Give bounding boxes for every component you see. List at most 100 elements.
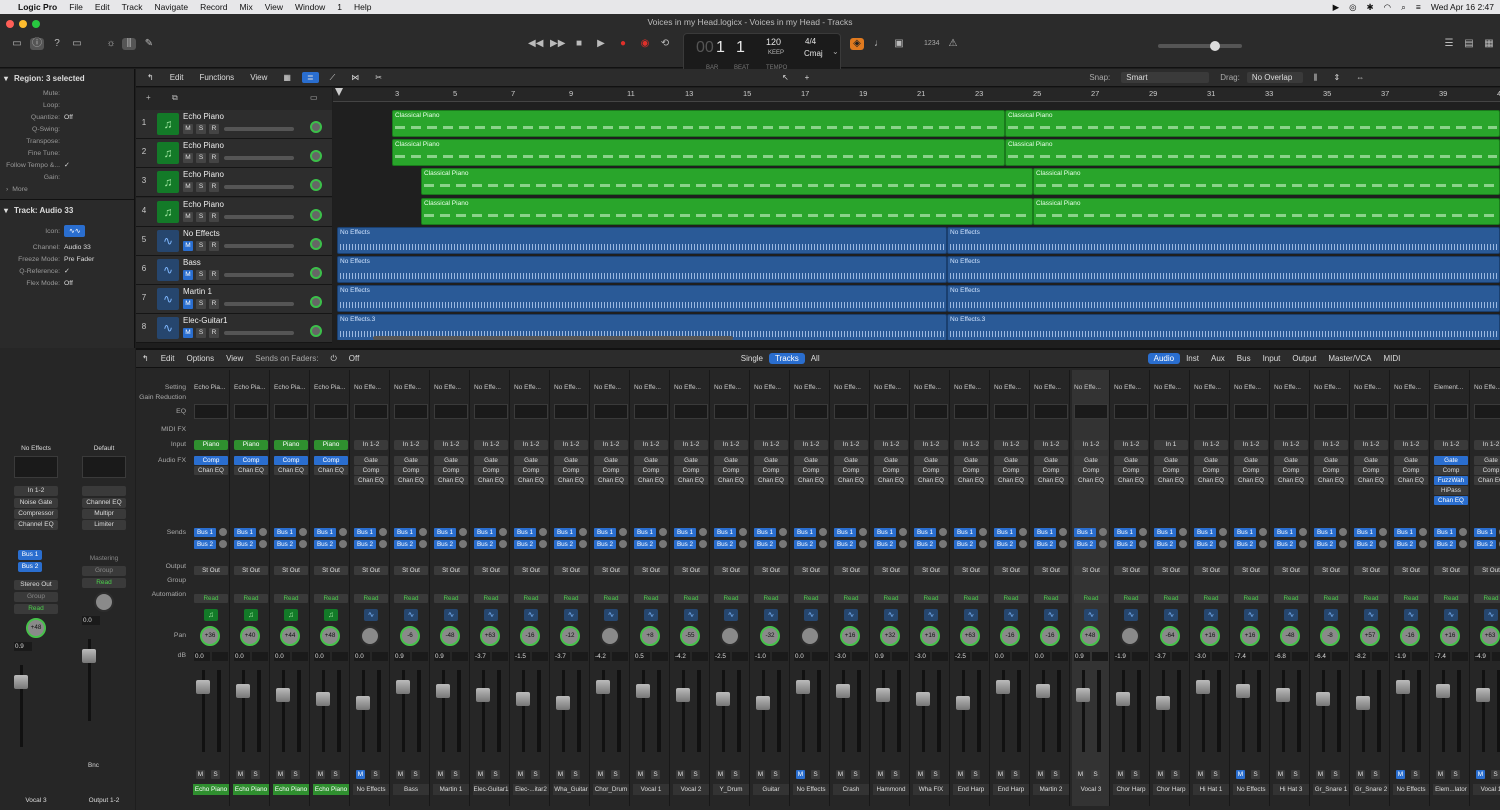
- param-value[interactable]: Audio 33: [64, 244, 91, 251]
- send-slot[interactable]: Bus 2: [274, 540, 296, 549]
- fader-cap[interactable]: [1036, 684, 1050, 698]
- global-tracks-icon[interactable]: ▭: [310, 93, 318, 102]
- audio-region[interactable]: No Effects.3: [947, 314, 1500, 340]
- send-level-knob[interactable]: [1219, 528, 1227, 536]
- forward-button[interactable]: ▶▶: [550, 38, 565, 50]
- output-slot[interactable]: St Out: [1154, 566, 1188, 575]
- play-button[interactable]: ▶: [594, 38, 608, 50]
- eq-thumbnail[interactable]: [1394, 404, 1428, 419]
- solo-button[interactable]: S: [691, 770, 700, 779]
- volume-fader[interactable]: [1082, 670, 1085, 752]
- audio-track-icon[interactable]: ∿: [157, 229, 179, 252]
- eq-thumbnail[interactable]: [194, 404, 228, 419]
- send-level-knob[interactable]: [1099, 540, 1107, 548]
- audio-fx-slot[interactable]: Chan EQ: [834, 476, 868, 485]
- output-slot[interactable]: St Out: [1034, 566, 1068, 575]
- send-slot[interactable]: Bus 2: [1194, 540, 1216, 549]
- send-slot[interactable]: Bus 2: [514, 540, 536, 549]
- eq-thumbnail[interactable]: [834, 404, 868, 419]
- volume-fader[interactable]: [1042, 670, 1045, 752]
- fader-cap[interactable]: [916, 692, 930, 706]
- channel-name[interactable]: Crash: [833, 784, 869, 795]
- volume-fader[interactable]: [242, 670, 245, 752]
- eq-thumbnail[interactable]: [514, 404, 548, 419]
- send-level-knob[interactable]: [1459, 528, 1467, 536]
- bluetooth-icon[interactable]: ✱: [1367, 2, 1374, 13]
- send-level-knob[interactable]: [1259, 528, 1267, 536]
- audio-fx-slot[interactable]: Chan EQ: [474, 476, 508, 485]
- audio-region[interactable]: No Effects: [337, 285, 947, 313]
- param-value[interactable]: Off: [64, 280, 73, 287]
- audio-fx-slot[interactable]: Chan EQ: [754, 476, 788, 485]
- view-tracks-button[interactable]: Tracks: [769, 353, 805, 364]
- send-slot[interactable]: Bus 2: [1034, 540, 1056, 549]
- channel-name[interactable]: No Effects: [353, 784, 389, 795]
- volume-readout[interactable]: -6.8: [1274, 652, 1290, 661]
- waveform-zoom-icon[interactable]: ⫼: [1309, 72, 1323, 84]
- fader-cap[interactable]: [1396, 680, 1410, 694]
- midi-region[interactable]: Classical Piano: [1005, 139, 1500, 167]
- send-slot[interactable]: Bus 2: [754, 540, 776, 549]
- mute-button[interactable]: M: [236, 770, 245, 779]
- send-slot[interactable]: Bus 2: [954, 540, 976, 549]
- audio-fx-slot[interactable]: Multipr: [82, 509, 126, 519]
- pan-knob[interactable]: -48: [440, 626, 460, 646]
- pan-knob[interactable]: +48: [1080, 626, 1100, 646]
- channel-name[interactable]: No Effects: [1233, 784, 1269, 795]
- menu-1[interactable]: 1: [337, 2, 342, 12]
- send-slot[interactable]: Bus 2: [18, 562, 42, 572]
- solo-button[interactable]: S: [931, 770, 940, 779]
- input-slot[interactable]: In 1-2: [1274, 440, 1308, 450]
- output-slot[interactable]: Stereo Out: [14, 580, 58, 590]
- audio-region[interactable]: No Effects: [337, 226, 947, 254]
- record-enable-button[interactable]: R: [209, 328, 219, 339]
- volume-fader[interactable]: [1162, 670, 1165, 752]
- automation-mode[interactable]: Read: [514, 594, 548, 603]
- fader-cap[interactable]: [636, 684, 650, 698]
- solo-button[interactable]: S: [731, 770, 740, 779]
- automation-mode[interactable]: Read: [754, 594, 788, 603]
- output-slot[interactable]: St Out: [714, 566, 748, 575]
- input-slot[interactable]: In 1-2: [434, 440, 468, 450]
- volume-fader[interactable]: [1122, 670, 1125, 752]
- add-track-icon[interactable]: +: [146, 93, 151, 102]
- filter-midi-button[interactable]: MIDI: [1378, 353, 1407, 364]
- audio-fx-slot[interactable]: Gate: [834, 456, 868, 465]
- volume-fader[interactable]: [842, 670, 845, 752]
- solo-button[interactable]: S: [1011, 770, 1020, 779]
- send-level-knob[interactable]: [619, 528, 627, 536]
- audio-fx-slot[interactable]: Chan EQ: [434, 476, 468, 485]
- audio-fx-slot[interactable]: Comp: [234, 456, 268, 465]
- audio-fx-slot[interactable]: Comp: [954, 466, 988, 475]
- volume-readout[interactable]: 0.9: [1074, 652, 1090, 661]
- pan-knob[interactable]: -48: [1280, 626, 1300, 646]
- send-slot[interactable]: Bus 1: [1234, 528, 1256, 537]
- audio-fx-slot[interactable]: Chan EQ: [194, 466, 228, 475]
- solo-button[interactable]: S: [371, 770, 380, 779]
- pan-knob[interactable]: +63: [1480, 626, 1500, 646]
- volume-readout[interactable]: -4.2: [674, 652, 690, 661]
- mute-button[interactable]: M: [1076, 770, 1085, 779]
- send-level-knob[interactable]: [819, 528, 827, 536]
- channel-name[interactable]: Martin 1: [433, 784, 469, 795]
- track-name[interactable]: No Effects: [183, 229, 220, 238]
- output-slot[interactable]: St Out: [474, 566, 508, 575]
- track-header[interactable]: 7 ∿ Martin 1 MSR: [136, 285, 332, 315]
- volume-readout[interactable]: -7.4: [1234, 652, 1250, 661]
- output-slot[interactable]: St Out: [954, 566, 988, 575]
- send-level-knob[interactable]: [619, 540, 627, 548]
- audio-fx-slot[interactable]: Gate: [1034, 456, 1068, 465]
- audio-fx-slot[interactable]: Comp: [474, 466, 508, 475]
- channel-setting-button[interactable]: No Effe...: [914, 384, 948, 391]
- send-level-knob[interactable]: [259, 540, 267, 548]
- solo-button[interactable]: S: [196, 153, 206, 164]
- automation-mode[interactable]: Read: [474, 594, 508, 603]
- automation-mode[interactable]: Read: [914, 594, 948, 603]
- volume-readout[interactable]: -6.4: [1314, 652, 1330, 661]
- track-param-row[interactable]: Q-Reference: ✓: [0, 265, 134, 277]
- track-header[interactable]: 5 ∿ No Effects M S R: [136, 226, 332, 256]
- stop-button[interactable]: ■: [572, 38, 586, 50]
- automation-mode[interactable]: Read: [994, 594, 1028, 603]
- audio-fx-slot[interactable]: Gate: [1114, 456, 1148, 465]
- horizontal-scrollbar[interactable]: [373, 336, 733, 340]
